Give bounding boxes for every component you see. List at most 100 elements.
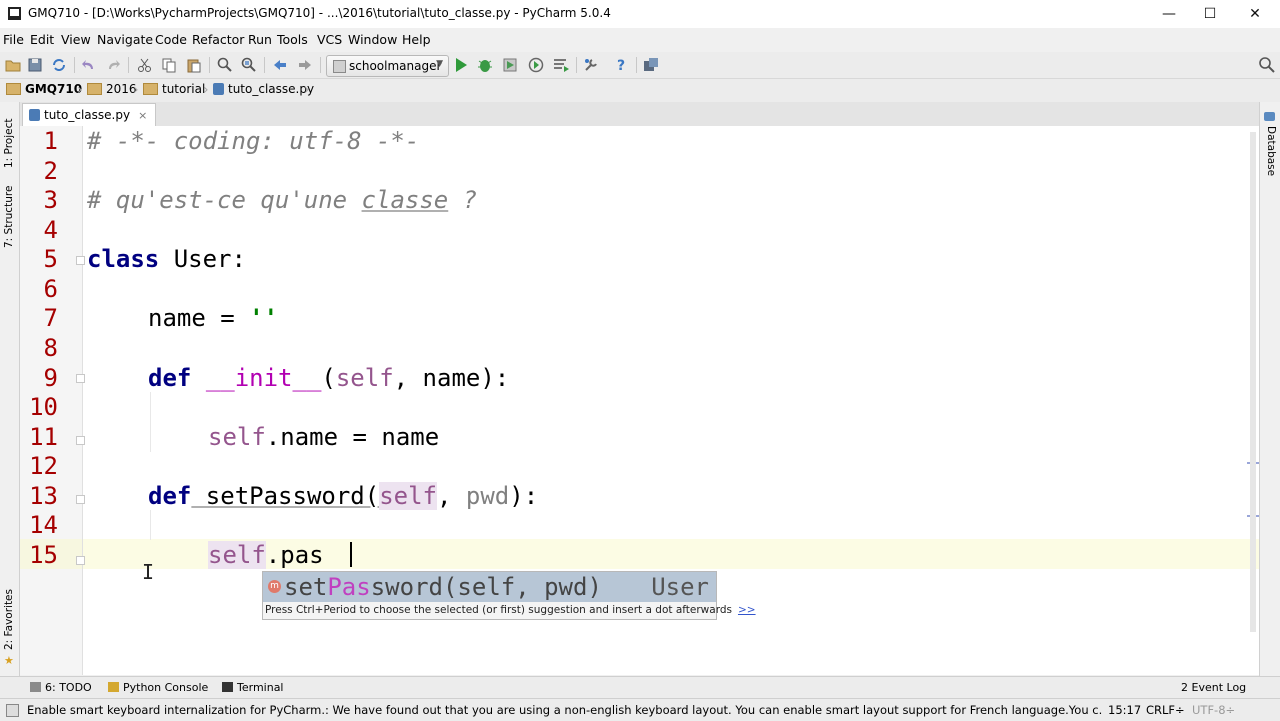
line-number: 9 — [43, 364, 58, 392]
completion-hint-link[interactable]: >> — [738, 604, 756, 616]
attach-process-icon[interactable] — [552, 56, 570, 74]
svg-text:?: ? — [617, 58, 625, 74]
replace-icon[interactable] — [240, 56, 258, 74]
fold-marker-icon[interactable] — [76, 256, 85, 265]
text-caret — [350, 542, 352, 567]
file-encoding[interactable]: UTF-8÷ — [1192, 703, 1235, 717]
code-completion-popup: m setPassword(self, pwd) User Press Ctrl… — [262, 571, 756, 620]
minimize-button[interactable]: — — [1146, 0, 1192, 28]
menu-edit[interactable]: Edit — [30, 32, 54, 47]
database-panel-button[interactable]: Database — [1265, 126, 1277, 176]
python-console-tool-button[interactable]: Python Console — [108, 681, 208, 694]
breadcrumb-separator-icon: › — [133, 82, 139, 98]
menu-file[interactable]: File — [3, 32, 24, 47]
find-icon[interactable] — [216, 56, 234, 74]
fold-marker-icon[interactable] — [76, 556, 85, 565]
menu-refactor[interactable]: Refactor — [192, 32, 244, 47]
main-toolbar: schoolmanager ▼ ? — [0, 52, 1280, 79]
method-badge-icon: m — [268, 580, 281, 593]
folder-icon — [6, 82, 21, 95]
menu-bar: File Edit View Navigate Code Refactor Ru… — [0, 28, 1280, 52]
maximize-button[interactable]: ☐ — [1187, 0, 1233, 28]
favorites-panel-button[interactable]: 2: Favorites — [3, 589, 15, 650]
todo-tool-button[interactable]: 6: TODO — [30, 681, 92, 694]
python-console-icon[interactable] — [642, 56, 660, 74]
caret-position[interactable]: 15:17 — [1108, 703, 1141, 717]
completion-hint: Press Ctrl+Period to choose the selected… — [265, 604, 756, 616]
python-icon — [108, 682, 119, 692]
tool-window-bar: 6: TODO Python Console Terminal 2 Event … — [0, 676, 1280, 699]
completion-item-label[interactable]: setPassword(self, pwd) — [284, 572, 602, 602]
menu-code[interactable]: Code — [155, 32, 187, 47]
todo-icon — [30, 682, 41, 692]
line-number: 11 — [29, 423, 58, 451]
run-coverage-icon[interactable] — [501, 56, 519, 74]
tab-label: tuto_classe.py — [44, 108, 131, 122]
forward-icon[interactable] — [296, 56, 314, 74]
line-number: 13 — [29, 482, 58, 510]
breadcrumb-2016[interactable]: 2016 — [87, 82, 137, 99]
menu-window[interactable]: Window — [348, 32, 397, 47]
breadcrumb-tutorial[interactable]: tutorial — [143, 82, 205, 99]
cut-icon[interactable] — [136, 56, 154, 74]
search-everywhere-icon[interactable] — [1258, 56, 1276, 74]
menu-navigate[interactable]: Navigate — [97, 32, 153, 47]
settings-icon[interactable] — [582, 56, 600, 74]
run-configuration-select[interactable]: schoolmanager ▼ — [326, 55, 449, 77]
menu-view[interactable]: View — [61, 32, 91, 47]
code-line-3: # qu'est-ce qu'une classe ? — [87, 186, 478, 214]
code-line-15: self.pas — [208, 541, 324, 569]
code-line-13: def setPassword(self, pwd): — [148, 482, 539, 510]
star-icon: ★ — [4, 654, 14, 667]
menu-help[interactable]: Help — [402, 32, 431, 47]
terminal-tool-button[interactable]: Terminal — [222, 681, 284, 694]
back-icon[interactable] — [271, 56, 289, 74]
structure-panel-button[interactable]: 7: Structure — [3, 186, 15, 248]
code-line-9: def __init__(self, name): — [148, 364, 510, 392]
line-separator[interactable]: CRLF÷ — [1146, 703, 1185, 717]
status-bar: Enable smart keyboard internalization fo… — [0, 698, 1280, 721]
project-panel-button[interactable]: 1: Project — [3, 119, 15, 168]
line-number: 4 — [43, 216, 58, 244]
menu-run[interactable]: Run — [248, 32, 272, 47]
line-number: 14 — [29, 511, 58, 539]
line-number: 1 — [43, 127, 58, 155]
completion-item-class: User — [651, 573, 709, 601]
line-number: 12 — [29, 452, 58, 480]
sync-icon[interactable] — [50, 56, 68, 74]
menu-tools[interactable]: Tools — [277, 32, 308, 47]
editor-tab-bar: tuto_classe.py × — [20, 102, 1259, 127]
close-tab-icon[interactable]: × — [138, 109, 147, 122]
line-number: 6 — [43, 275, 58, 303]
fold-marker-icon[interactable] — [76, 436, 85, 445]
line-number: 10 — [29, 393, 58, 421]
save-icon[interactable] — [26, 56, 44, 74]
tab-tuto-classe[interactable]: tuto_classe.py × — [22, 103, 157, 127]
event-log-tool-button[interactable]: 2 Event Log — [1181, 681, 1246, 694]
python-file-icon — [213, 82, 224, 95]
terminal-icon — [222, 682, 233, 692]
undo-icon[interactable] — [80, 56, 98, 74]
editor-scrollbar[interactable] — [1250, 132, 1256, 632]
fold-marker-icon[interactable] — [76, 495, 85, 504]
python-file-icon — [29, 108, 40, 121]
pycharm-app-icon — [8, 7, 21, 20]
help-icon[interactable]: ? — [612, 56, 630, 74]
indent-guide — [150, 510, 151, 540]
fold-marker-icon[interactable] — [76, 374, 85, 383]
debug-icon[interactable] — [476, 56, 494, 74]
right-tool-strip: Database — [1259, 102, 1280, 676]
run-icon[interactable] — [452, 56, 470, 74]
status-bar-toggle-icon[interactable] — [6, 704, 19, 717]
redo-icon[interactable] — [104, 56, 122, 74]
breadcrumb-file[interactable]: tuto_classe.py — [213, 82, 314, 99]
open-folder-icon[interactable] — [4, 56, 22, 74]
breadcrumb-project[interactable]: GMQ710 — [6, 82, 82, 99]
close-button[interactable]: ✕ — [1232, 0, 1278, 28]
copy-icon[interactable] — [160, 56, 178, 74]
menu-vcs[interactable]: VCS — [317, 32, 342, 47]
paste-icon[interactable] — [185, 56, 203, 74]
code-line-5: class User: — [87, 245, 246, 273]
profile-icon[interactable] — [527, 56, 545, 74]
status-message[interactable]: Enable smart keyboard internalization fo… — [27, 703, 1103, 717]
